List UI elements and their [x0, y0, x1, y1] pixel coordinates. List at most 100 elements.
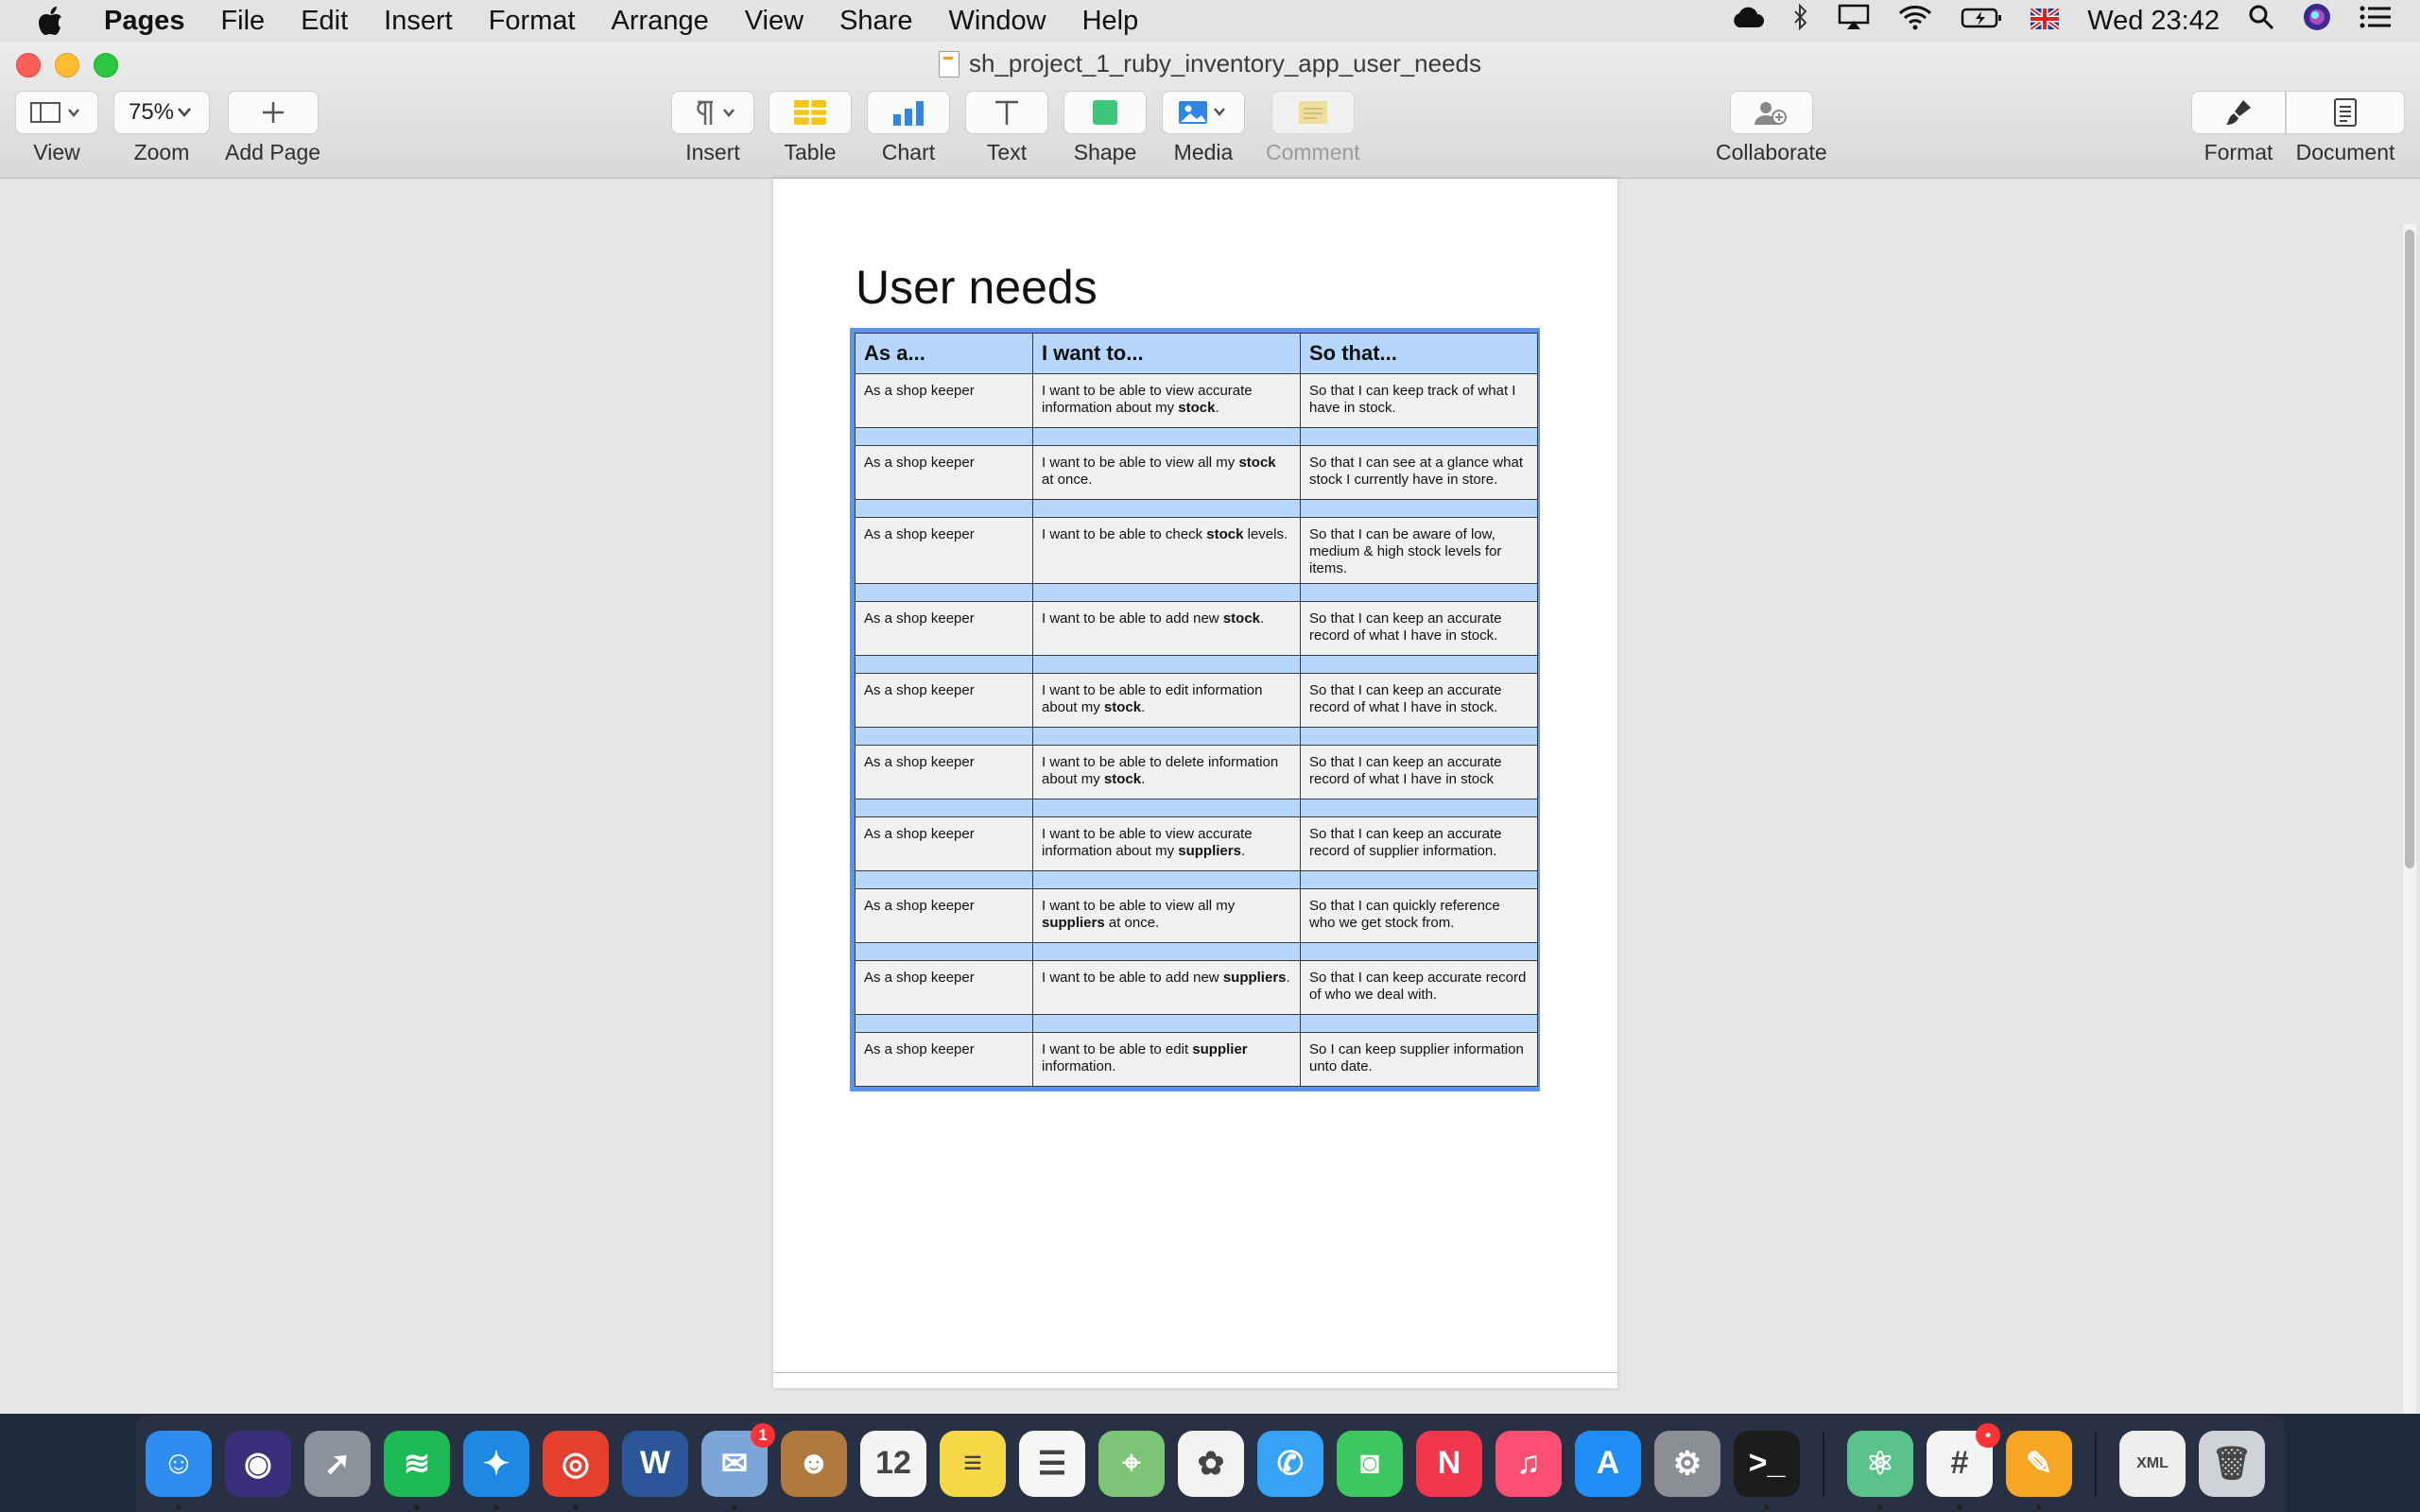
empty-cell[interactable] [855, 727, 1033, 746]
maps-icon[interactable]: ⌖ [1098, 1430, 1165, 1497]
empty-cell[interactable] [855, 583, 1033, 602]
cell-as-a[interactable]: As a shop keeper [855, 517, 1033, 584]
menu-share[interactable]: Share [821, 6, 930, 37]
cell-so-that[interactable]: So that I can quickly reference who we g… [1300, 888, 1538, 943]
zoom-dropdown[interactable]: 75% [113, 91, 210, 134]
table-tool[interactable]: Table [769, 91, 852, 165]
notes-icon[interactable]: ≡ [940, 1430, 1006, 1497]
cell-i-want-to[interactable]: I want to be able to add new stock. [1032, 601, 1301, 656]
facetime-icon[interactable]: ◙ [1337, 1430, 1403, 1497]
menu-arrange[interactable]: Arrange [594, 6, 727, 37]
terminal-icon[interactable]: >_ [1734, 1430, 1800, 1510]
vertical-scrollbar[interactable] [2402, 224, 2416, 1414]
empty-cell[interactable] [855, 655, 1033, 674]
cell-as-a[interactable]: As a shop keeper [855, 960, 1033, 1015]
zoom-tool[interactable]: 75% Zoom [113, 91, 210, 165]
trash-icon[interactable]: 🗑 [2199, 1430, 2265, 1497]
add-page-tool[interactable]: Add Page [225, 91, 320, 165]
format-tool[interactable]: Format [2191, 91, 2286, 165]
atom-icon[interactable]: ⚛ [1847, 1430, 1913, 1510]
contacts-icon[interactable]: ☻ [781, 1430, 847, 1497]
empty-cell[interactable] [1032, 799, 1301, 817]
media-button[interactable] [1162, 91, 1245, 134]
siri-menu-icon[interactable] [2303, 3, 2331, 39]
collaborate-tool[interactable]: Collaborate [1716, 91, 1827, 165]
cell-as-a[interactable]: As a shop keeper [855, 745, 1033, 799]
cell-so-that[interactable]: So that I can keep an accurate record of… [1300, 745, 1538, 799]
chrome-icon[interactable]: ◎ [543, 1430, 609, 1510]
airplay-icon[interactable] [1838, 4, 1870, 38]
cell-i-want-to[interactable]: I want to be able to check stock levels. [1032, 517, 1301, 584]
text-tool[interactable]: Text [965, 91, 1048, 165]
wifi-icon[interactable] [1898, 4, 1932, 38]
insert-tool[interactable]: Insert [671, 91, 754, 165]
text-button[interactable] [965, 91, 1048, 134]
page-heading[interactable]: User needs [856, 260, 1098, 315]
cell-i-want-to[interactable]: I want to be able to view all my stock a… [1032, 445, 1301, 500]
system-preferences-icon[interactable]: ⚙ [1654, 1430, 1720, 1497]
empty-cell[interactable] [1300, 499, 1538, 518]
document-button[interactable] [2286, 91, 2405, 134]
slack-icon[interactable]: # • [1927, 1422, 2000, 1510]
cell-as-a[interactable]: As a shop keeper [855, 373, 1033, 428]
empty-cell[interactable] [1032, 942, 1301, 961]
spotlight-search-icon[interactable] [2248, 4, 2274, 38]
empty-cell[interactable] [855, 499, 1033, 518]
menu-clock[interactable]: Wed 23:42 [2087, 6, 2220, 37]
cell-so-that[interactable]: So that I can keep accurate record of wh… [1300, 960, 1538, 1015]
comment-button[interactable] [1270, 91, 1355, 134]
cell-so-that[interactable]: So that I can keep an accurate record of… [1300, 601, 1538, 656]
menu-app-name[interactable]: Pages [79, 6, 202, 37]
empty-cell[interactable] [1032, 583, 1301, 602]
cell-as-a[interactable]: As a shop keeper [855, 445, 1033, 500]
view-button[interactable] [15, 91, 98, 134]
empty-cell[interactable] [1300, 799, 1538, 817]
empty-cell[interactable] [1300, 583, 1538, 602]
pages-icon[interactable]: ✎ [2006, 1430, 2072, 1510]
battery-icon[interactable] [1961, 6, 2002, 37]
calendar-icon[interactable]: 12 [860, 1430, 926, 1497]
messages-icon[interactable]: ✆ [1257, 1430, 1323, 1497]
photos-icon[interactable]: ✿ [1178, 1430, 1244, 1497]
menu-edit[interactable]: Edit [283, 6, 366, 37]
cell-as-a[interactable]: As a shop keeper [855, 888, 1033, 943]
finder-icon[interactable]: ☺ [146, 1430, 212, 1510]
header-so-that[interactable]: So that... [1300, 333, 1538, 374]
table-button[interactable] [769, 91, 852, 134]
menu-view[interactable]: View [727, 6, 821, 37]
chart-tool[interactable]: Chart [867, 91, 950, 165]
empty-cell[interactable] [1032, 727, 1301, 746]
cell-i-want-to[interactable]: I want to be able to edit supplier infor… [1032, 1032, 1301, 1087]
cell-i-want-to[interactable]: I want to be able to delete information … [1032, 745, 1301, 799]
empty-cell[interactable] [1032, 499, 1301, 518]
empty-cell[interactable] [1032, 427, 1301, 446]
menu-file[interactable]: File [202, 6, 283, 37]
header-i-want-to[interactable]: I want to... [1032, 333, 1301, 374]
icloud-icon[interactable] [1730, 6, 1765, 37]
empty-cell[interactable] [1032, 870, 1301, 889]
empty-cell[interactable] [855, 942, 1033, 961]
cell-so-that[interactable]: So that I can keep an accurate record of… [1300, 816, 1538, 871]
chart-button[interactable] [867, 91, 950, 134]
empty-cell[interactable] [1300, 655, 1538, 674]
media-tool[interactable]: Media [1162, 91, 1245, 165]
cell-as-a[interactable]: As a shop keeper [855, 601, 1033, 656]
cell-i-want-to[interactable]: I want to be able to view accurate infor… [1032, 373, 1301, 428]
cell-i-want-to[interactable]: I want to be able to add new suppliers. [1032, 960, 1301, 1015]
shape-button[interactable] [1063, 91, 1147, 134]
empty-cell[interactable] [1300, 727, 1538, 746]
shape-tool[interactable]: Shape [1063, 91, 1147, 165]
cell-so-that[interactable]: So that I can keep an accurate record of… [1300, 673, 1538, 728]
cell-so-that[interactable]: So that I can keep track of what I have … [1300, 373, 1538, 428]
notification-center-icon[interactable] [2360, 5, 2392, 37]
empty-cell[interactable] [855, 799, 1033, 817]
spotify-icon[interactable]: ≋ [384, 1430, 450, 1510]
add-page-button[interactable] [227, 91, 319, 134]
cell-i-want-to[interactable]: I want to be able to view all my supplie… [1032, 888, 1301, 943]
document-canvas[interactable]: User needs As a... I want to... So that.… [0, 179, 2420, 1414]
empty-cell[interactable] [1032, 1014, 1301, 1033]
empty-cell[interactable] [855, 1014, 1033, 1033]
cell-so-that[interactable]: So I can keep supplier information unto … [1300, 1032, 1538, 1087]
menu-format[interactable]: Format [471, 6, 594, 37]
menu-insert[interactable]: Insert [366, 6, 471, 37]
